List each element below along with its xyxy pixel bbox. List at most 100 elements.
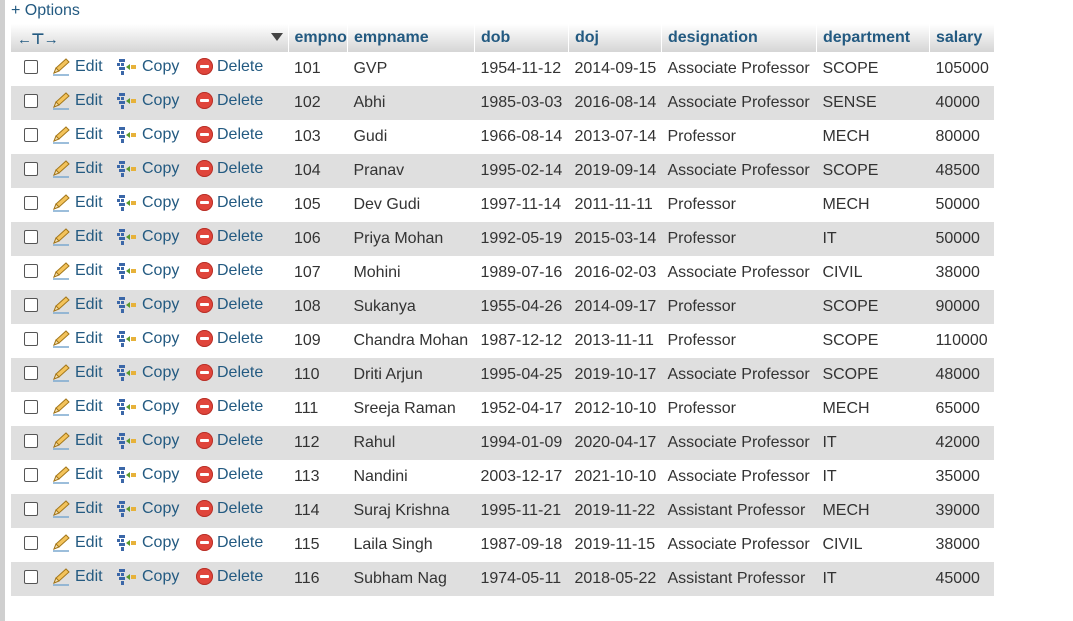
cell-dob[interactable]: 1989-07-16 (474, 256, 569, 290)
column-header-salary[interactable]: salary (929, 24, 995, 52)
cell-empname[interactable]: Nandini (347, 460, 475, 494)
column-header-empname[interactable]: empname (347, 24, 475, 52)
copy-link[interactable]: Copy (117, 160, 179, 178)
cell-empno[interactable]: 105 (288, 188, 348, 222)
delete-link[interactable]: Delete (196, 228, 263, 246)
cell-doj[interactable]: 2012-10-10 (568, 392, 662, 426)
cell-empno[interactable]: 108 (288, 290, 348, 324)
cell-doj[interactable]: 2011-11-11 (568, 188, 662, 222)
copy-link[interactable]: Copy (117, 568, 179, 586)
cell-designation[interactable]: Associate Professor (661, 52, 817, 86)
cell-doj[interactable]: 2021-10-10 (568, 460, 662, 494)
cell-dob[interactable]: 1995-02-14 (474, 154, 569, 188)
row-checkbox[interactable] (24, 59, 38, 74)
copy-link[interactable]: Copy (117, 262, 179, 280)
copy-link[interactable]: Copy (117, 126, 179, 144)
cell-empno[interactable]: 104 (288, 154, 348, 188)
cell-designation[interactable]: Professor (661, 392, 817, 426)
cell-doj[interactable]: 2014-09-17 (568, 290, 662, 324)
cell-designation[interactable]: Professor (661, 324, 817, 358)
delete-link[interactable]: Delete (196, 466, 263, 484)
cell-dob[interactable]: 1992-05-19 (474, 222, 569, 256)
cell-salary[interactable]: 50000 (929, 222, 995, 256)
edit-link[interactable]: Edit (51, 58, 103, 76)
edit-link[interactable]: Edit (51, 534, 103, 552)
cell-doj[interactable]: 2019-11-15 (568, 528, 662, 562)
cell-department[interactable]: SCOPE (816, 154, 930, 188)
row-checkbox[interactable] (24, 535, 38, 550)
cell-empno[interactable]: 109 (288, 324, 348, 358)
edit-link[interactable]: Edit (51, 466, 103, 484)
cell-department[interactable]: IT (816, 426, 930, 460)
cell-dob[interactable]: 1955-04-26 (474, 290, 569, 324)
column-resize-arrows-icon[interactable]: ←⊤→ (17, 30, 59, 48)
delete-link[interactable]: Delete (196, 92, 263, 110)
cell-doj[interactable]: 2018-05-22 (568, 562, 662, 596)
cell-department[interactable]: MECH (816, 494, 930, 528)
row-checkbox[interactable] (24, 501, 38, 516)
cell-designation[interactable]: Associate Professor (661, 460, 817, 494)
cell-doj[interactable]: 2015-03-14 (568, 222, 662, 256)
edit-link[interactable]: Edit (51, 262, 103, 280)
cell-salary[interactable]: 38000 (929, 528, 995, 562)
row-checkbox[interactable] (24, 569, 38, 584)
copy-link[interactable]: Copy (117, 398, 179, 416)
cell-dob[interactable]: 1987-12-12 (474, 324, 569, 358)
copy-link[interactable]: Copy (117, 432, 179, 450)
edit-link[interactable]: Edit (51, 500, 103, 518)
cell-department[interactable]: MECH (816, 188, 930, 222)
cell-salary[interactable]: 105000 (929, 52, 995, 86)
row-checkbox[interactable] (24, 297, 38, 312)
edit-link[interactable]: Edit (51, 126, 103, 144)
column-header-empno[interactable]: empno (288, 24, 348, 52)
cell-doj[interactable]: 2019-09-14 (568, 154, 662, 188)
cell-empname[interactable]: Abhi (347, 86, 475, 120)
cell-empno[interactable]: 103 (288, 120, 348, 154)
cell-empno[interactable]: 114 (288, 494, 348, 528)
edit-link[interactable]: Edit (51, 194, 103, 212)
row-checkbox[interactable] (24, 467, 38, 482)
delete-link[interactable]: Delete (196, 194, 263, 212)
column-header-department[interactable]: department (816, 24, 930, 52)
cell-department[interactable]: CIVIL (816, 528, 930, 562)
cell-empname[interactable]: Laila Singh (347, 528, 475, 562)
cell-dob[interactable]: 1987-09-18 (474, 528, 569, 562)
edit-link[interactable]: Edit (51, 92, 103, 110)
cell-designation[interactable]: Assistant Professor (661, 494, 817, 528)
copy-link[interactable]: Copy (117, 194, 179, 212)
cell-salary[interactable]: 38000 (929, 256, 995, 290)
cell-salary[interactable]: 50000 (929, 188, 995, 222)
edit-link[interactable]: Edit (51, 228, 103, 246)
row-checkbox[interactable] (24, 399, 38, 414)
cell-doj[interactable]: 2019-10-17 (568, 358, 662, 392)
cell-empno[interactable]: 115 (288, 528, 348, 562)
copy-link[interactable]: Copy (117, 58, 179, 76)
cell-department[interactable]: SCOPE (816, 358, 930, 392)
row-checkbox[interactable] (24, 365, 38, 380)
cell-empname[interactable]: Dev Gudi (347, 188, 475, 222)
copy-link[interactable]: Copy (117, 364, 179, 382)
cell-salary[interactable]: 39000 (929, 494, 995, 528)
delete-link[interactable]: Delete (196, 58, 263, 76)
cell-designation[interactable]: Professor (661, 188, 817, 222)
cell-salary[interactable]: 45000 (929, 562, 995, 596)
row-checkbox[interactable] (24, 93, 38, 108)
cell-designation[interactable]: Associate Professor (661, 86, 817, 120)
delete-link[interactable]: Delete (196, 262, 263, 280)
cell-empname[interactable]: Suraj Krishna (347, 494, 475, 528)
copy-link[interactable]: Copy (117, 500, 179, 518)
row-checkbox[interactable] (24, 263, 38, 278)
cell-empno[interactable]: 112 (288, 426, 348, 460)
cell-empname[interactable]: Subham Nag (347, 562, 475, 596)
delete-link[interactable]: Delete (196, 296, 263, 314)
cell-empno[interactable]: 110 (288, 358, 348, 392)
cell-salary[interactable]: 42000 (929, 426, 995, 460)
delete-link[interactable]: Delete (196, 126, 263, 144)
cell-dob[interactable]: 1966-08-14 (474, 120, 569, 154)
edit-link[interactable]: Edit (51, 296, 103, 314)
cell-department[interactable]: SCOPE (816, 324, 930, 358)
cell-department[interactable]: IT (816, 562, 930, 596)
cell-doj[interactable]: 2014-09-15 (568, 52, 662, 86)
row-checkbox[interactable] (24, 195, 38, 210)
cell-dob[interactable]: 1952-04-17 (474, 392, 569, 426)
